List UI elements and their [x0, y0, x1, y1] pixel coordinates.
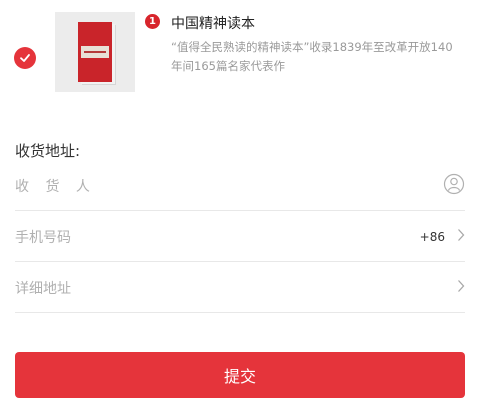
contact-icon[interactable]: [443, 173, 465, 199]
country-code[interactable]: +86: [420, 230, 445, 244]
product-title[interactable]: 中国精神读本: [171, 13, 255, 33]
recipient-label: 收 货 人: [15, 179, 96, 195]
chevron-right-icon[interactable]: [457, 278, 465, 297]
chevron-right-icon[interactable]: [457, 227, 465, 246]
phone-field[interactable]: 手机号码 +86: [15, 211, 465, 262]
detail-address-field[interactable]: 详细地址: [15, 262, 465, 313]
product-description: “值得全民熟读的精神读本”收录1839年至改革开放140年间165篇名家代表作: [171, 40, 453, 73]
product-image[interactable]: [55, 12, 135, 92]
submit-button[interactable]: 提交: [15, 352, 465, 398]
phone-label: 手机号码: [15, 230, 71, 246]
product-item: 1 中国精神读本 “值得全民熟读的精神读本”收录1839年至改革开放140年间1…: [0, 0, 492, 118]
address-section-title: 收货地址:: [15, 142, 81, 160]
check-icon[interactable]: [14, 47, 36, 69]
product-badge: 1: [145, 14, 160, 29]
book-cover: [78, 22, 112, 82]
recipient-field[interactable]: 收 货 人: [15, 160, 465, 211]
detail-address-label: 详细地址: [15, 281, 71, 297]
